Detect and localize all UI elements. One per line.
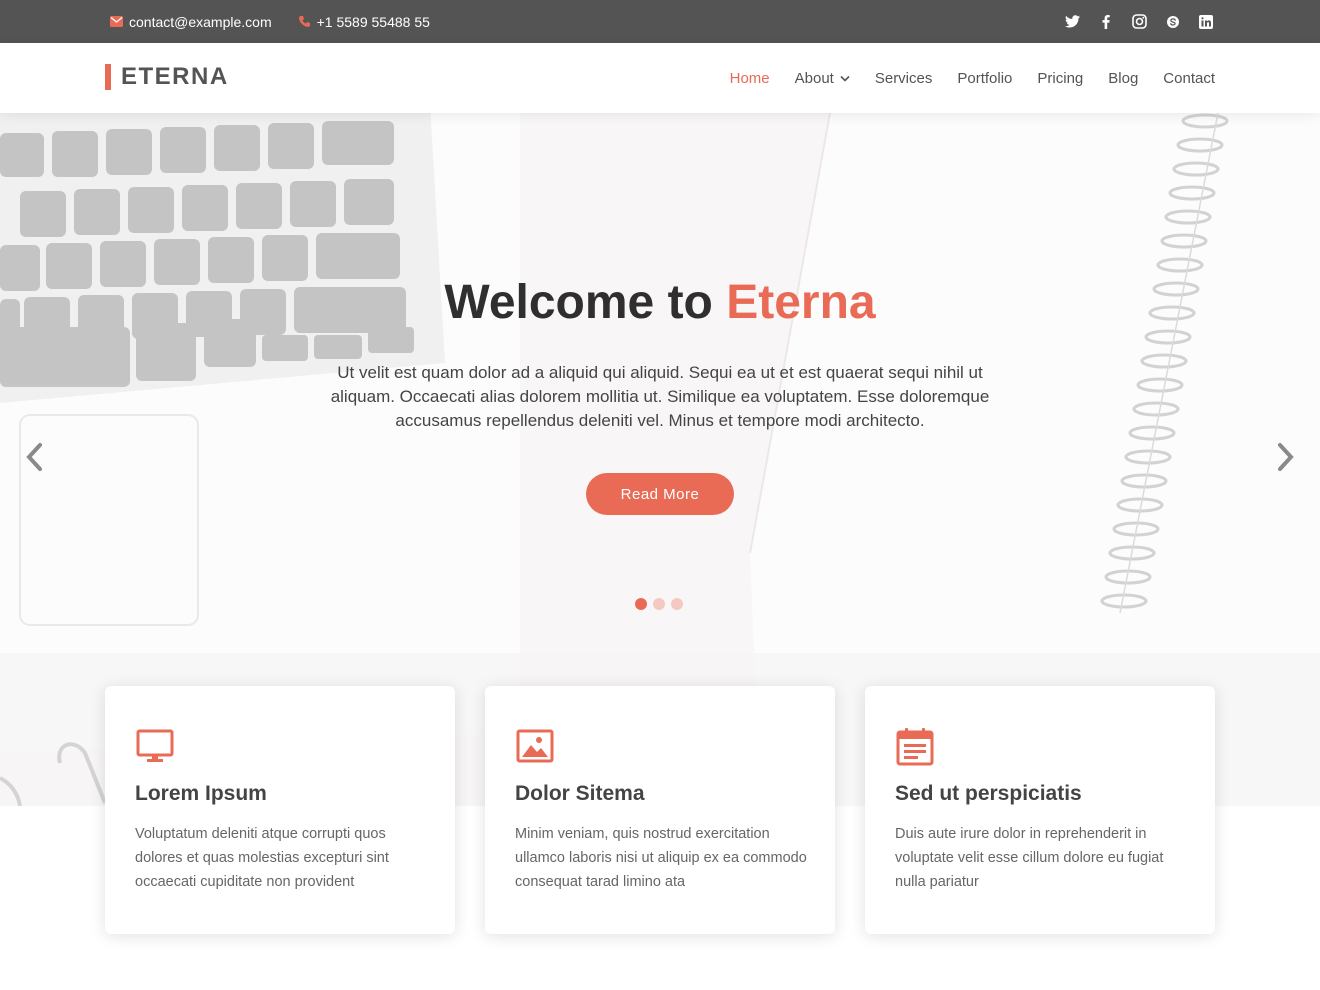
nav-pricing-label: Pricing xyxy=(1037,69,1084,87)
nav-about[interactable]: About xyxy=(795,70,850,87)
contact-phone[interactable]: +1 5589 55488 55 xyxy=(298,14,430,30)
feature-card[interactable]: Dolor Sitema Minim veniam, quis nostrud … xyxy=(485,686,835,934)
feature-card-text: Voluptatum deleniti atque corrupti quos … xyxy=(135,826,389,890)
contact-email[interactable]: contact@example.com xyxy=(110,14,272,30)
nav-blog[interactable]: Blog xyxy=(1108,70,1138,87)
nav-home[interactable]: Home xyxy=(730,70,770,87)
nav-blog-label: Blog xyxy=(1108,69,1139,87)
feature-card-title: Sed ut perspiciatis xyxy=(895,782,1082,805)
chevron-left-icon xyxy=(24,442,44,477)
calendar-icon xyxy=(895,726,935,766)
contact-phone-text: +1 5589 55488 55 xyxy=(316,13,430,30)
nav-services-label: Services xyxy=(874,69,933,87)
main-header: ETERNA Home About Services Portfolio Pri… xyxy=(0,43,1320,113)
carousel-dot-1[interactable] xyxy=(635,598,647,610)
top-bar: contact@example.com +1 5589 55488 55 xyxy=(0,0,1320,43)
feature-card-title: Lorem Ipsum xyxy=(135,782,267,805)
nav-contact-label: Contact xyxy=(1163,69,1215,87)
linkedin-icon[interactable] xyxy=(1197,13,1215,31)
phone-icon xyxy=(298,15,311,28)
contact-info: contact@example.com +1 5589 55488 55 xyxy=(110,0,456,43)
chevron-right-icon xyxy=(1276,442,1296,477)
image-icon xyxy=(515,726,555,766)
nav-pricing[interactable]: Pricing xyxy=(1037,70,1083,87)
carousel-indicators xyxy=(635,598,689,610)
monitor-icon xyxy=(135,726,175,766)
site-logo[interactable]: ETERNA xyxy=(105,63,229,90)
envelope-icon xyxy=(110,16,123,27)
nav-portfolio-label: Portfolio xyxy=(957,69,1013,87)
feature-card-text: Minim veniam, quis nostrud exercitation … xyxy=(515,826,807,890)
twitter-icon[interactable] xyxy=(1063,13,1081,31)
carousel-dot-2[interactable] xyxy=(653,598,665,610)
carousel-dot-3[interactable] xyxy=(671,598,683,610)
nav-about-label: About xyxy=(794,69,834,87)
hero-title-accent: Eterna xyxy=(726,276,876,329)
contact-email-text: contact@example.com xyxy=(129,13,272,30)
carousel-prev-button[interactable] xyxy=(22,442,46,477)
facebook-icon[interactable] xyxy=(1097,13,1115,31)
read-more-button[interactable]: Read More xyxy=(586,473,734,515)
hero-title-prefix: Welcome to xyxy=(444,276,727,329)
nav-portfolio[interactable]: Portfolio xyxy=(957,70,1012,87)
nav-services[interactable]: Services xyxy=(875,70,933,87)
logo-accent-bar xyxy=(105,64,111,90)
nav-contact[interactable]: Contact xyxy=(1163,70,1215,87)
logo-text: ETERNA xyxy=(121,63,229,90)
feature-card-title: Dolor Sitema xyxy=(515,782,645,805)
hero-text: Ut velit est quam dolor ad a aliquid qui… xyxy=(330,363,990,430)
main-nav: Home About Services Portfolio Pricing Bl… xyxy=(705,43,1215,113)
skype-icon[interactable] xyxy=(1164,13,1182,31)
carousel-next-button[interactable] xyxy=(1274,442,1298,477)
feature-cards: Lorem Ipsum Voluptatum deleniti atque co… xyxy=(105,686,1215,934)
feature-card[interactable]: Sed ut perspiciatis Duis aute irure dolo… xyxy=(865,686,1215,934)
nav-home-label: Home xyxy=(729,69,770,87)
hero-title: Welcome to Eterna xyxy=(0,275,1320,330)
instagram-icon[interactable] xyxy=(1130,13,1148,31)
chevron-down-icon xyxy=(840,75,850,82)
social-links xyxy=(1048,0,1216,43)
feature-card-text: Duis aute irure dolor in reprehenderit i… xyxy=(895,826,1164,890)
feature-card[interactable]: Lorem Ipsum Voluptatum deleniti atque co… xyxy=(105,686,455,934)
